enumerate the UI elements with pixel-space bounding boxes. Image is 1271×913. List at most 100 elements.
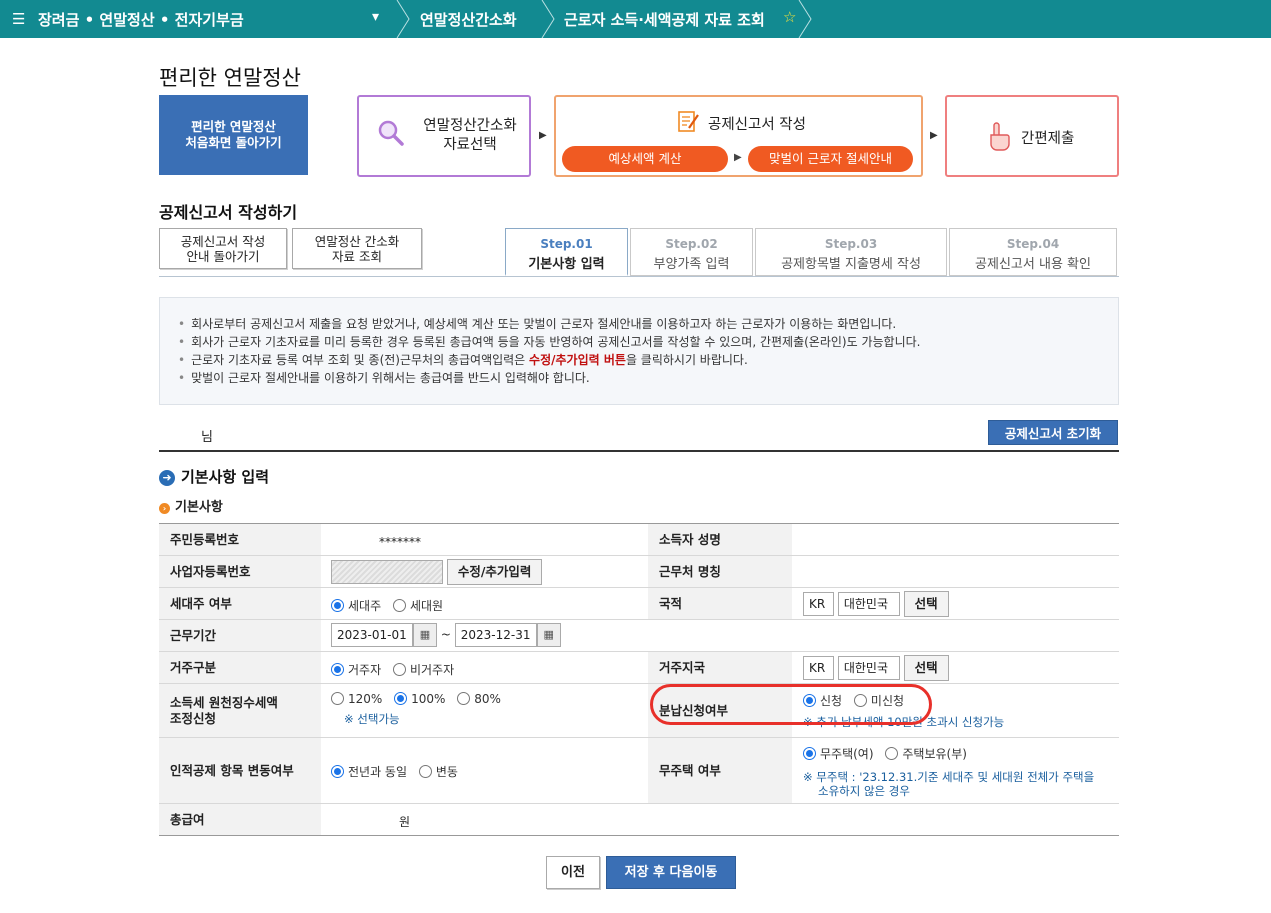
installment-note: ※ 추가 납부세액 10만원 초과시 신청가능 xyxy=(803,715,1005,729)
notice-line: 회사로부터 공제신고서 제출을 요청 받았거나, 예상세액 계산 또는 맞벌이 … xyxy=(178,315,1118,333)
hamburger-menu-icon[interactable]: ☰ xyxy=(12,10,25,28)
radio-installment-no[interactable] xyxy=(853,694,867,707)
breadcrumb-separator-icon xyxy=(396,0,410,38)
select-country-button[interactable]: 선택 xyxy=(903,655,949,681)
residence-radio-group: 거주자 비거주자 xyxy=(331,661,462,683)
radio-resident[interactable] xyxy=(331,663,344,676)
nationality-cell: KR 대한민국 선택 xyxy=(803,591,949,619)
notice-highlight: 수정/추가입력 버튼 xyxy=(529,353,626,367)
section-title: 공제신고서 작성하기 xyxy=(159,203,298,222)
tab-step3-expenses[interactable]: Step.03 공제항목별 지출명세 작성 xyxy=(755,228,947,276)
radio-label: 비거주자 xyxy=(409,663,455,677)
breadcrumb-easy-settlement[interactable]: 연말정산간소화 xyxy=(420,9,517,30)
radio-label: 변동 xyxy=(435,765,458,779)
table-row: 인적공제 항목 변동여부 전년과 동일 변동 무주택 여부 무주택(여) 주택보… xyxy=(159,738,1119,804)
tab-step-number: Step.03 xyxy=(824,237,878,251)
table-row: 사업자등록번호 수정/추가입력 근무처 명칭 xyxy=(159,556,1119,588)
home-return-label-line2: 처음화면 돌아가기 xyxy=(185,135,282,150)
country-code-input[interactable]: KR xyxy=(803,656,834,680)
arrow-right-icon: ▶ xyxy=(734,152,742,163)
radio-same-as-last-year[interactable] xyxy=(331,765,344,778)
radio-100[interactable] xyxy=(394,692,408,705)
table-row: 근무기간 2023-01-01 ▦ ~ 2023-12-31 ▦ xyxy=(159,620,1119,652)
withholding-radio-group: 120% 100% 80% ※ 선택가능 xyxy=(331,692,509,737)
household-radio-group: 세대주 세대원 xyxy=(331,597,451,619)
tab-step-name: 공제항목별 지출명세 작성 xyxy=(781,257,921,272)
arrow-right-icon: ▶ xyxy=(539,130,547,141)
period-to-input[interactable]: 2023-12-31 xyxy=(454,623,537,647)
document-edit-icon xyxy=(678,111,699,132)
dual-income-guide-button[interactable]: 맞벌이 근로자 절세안내 xyxy=(748,146,913,172)
orange-bullet-icon: › xyxy=(159,503,170,514)
tab-step-number: Step.01 xyxy=(540,237,593,251)
period-cell: 2023-01-01 ▦ ~ 2023-12-31 ▦ xyxy=(331,623,561,651)
easy-data-query-button[interactable]: 연말정산 간소화 자료 조회 xyxy=(292,228,422,269)
basic-info-header: ➜ 기본사항 입력 xyxy=(159,466,269,487)
radio-no-house[interactable] xyxy=(803,747,816,760)
label-withholding-line2: 조정신청 xyxy=(170,710,217,726)
nation-name-input[interactable]: 대한민국 xyxy=(837,592,900,616)
home-return-button[interactable]: 편리한 연말정산 처음화면 돌아가기 xyxy=(159,95,308,175)
tab-step4-confirm[interactable]: Step.04 공제신고서 내용 확인 xyxy=(949,228,1117,276)
notice-line: 맞벌이 근로자 절세안내를 이용하기 위해서는 총급여를 반드시 입력해야 합니… xyxy=(178,369,1118,387)
guide-return-button[interactable]: 공제신고서 작성 안내 돌아가기 xyxy=(159,228,287,269)
radio-label: 주택보유(부) xyxy=(902,747,967,761)
tab-step1-basic[interactable]: Step.01 기본사항 입력 xyxy=(505,228,628,276)
easy-data-query-label-line1: 연말정산 간소화 xyxy=(314,234,400,249)
label-nohouse: 무주택 여부 xyxy=(648,738,792,803)
nohouse-radio-group: 무주택(여) 주택보유(부) ※ 무주택 : '23.12.31.기준 세대주 … xyxy=(803,745,1094,803)
label-withholding: 소득세 원천징수세액 조정신청 xyxy=(159,684,321,737)
expected-tax-calc-button[interactable]: 예상세액 계산 xyxy=(562,146,728,172)
radio-installment-apply[interactable] xyxy=(803,694,816,707)
chevron-down-icon[interactable]: ▾ xyxy=(372,9,379,25)
tab-step-name: 공제신고서 내용 확인 xyxy=(975,257,1091,272)
select-nation-button[interactable]: 선택 xyxy=(903,591,949,617)
notice-line: 회사가 근로자 기초자료를 미리 등록한 경우 등록된 총급여액 등을 자동 반… xyxy=(178,333,1118,351)
breadcrumb-current-page[interactable]: 근로자 소득·세액공제 자료 조회 xyxy=(564,9,765,30)
process-step-deduction-form: 공제신고서 작성 예상세액 계산 ▶ 맞벌이 근로자 절세안내 xyxy=(554,95,923,177)
process-step-simple-submit[interactable]: 간편제출 xyxy=(945,95,1119,177)
reset-form-button[interactable]: 공제신고서 초기화 xyxy=(988,420,1118,445)
label-rrn: 주민등록번호 xyxy=(159,524,321,555)
withholding-note: ※ 선택가능 xyxy=(344,712,400,726)
period-from-input[interactable]: 2023-01-01 xyxy=(331,623,413,647)
radio-household-head[interactable] xyxy=(331,599,344,612)
table-row: 총급여 원 xyxy=(159,804,1119,836)
step1-label-line1: 연말정산간소화 xyxy=(423,118,517,134)
edit-add-input-button[interactable]: 수정/추가입력 xyxy=(446,559,543,585)
radio-label: 미신청 xyxy=(870,694,905,708)
radio-label: 세대원 xyxy=(409,599,444,613)
step3-label: 간편제출 xyxy=(1021,131,1075,147)
prev-button[interactable]: 이전 xyxy=(546,856,600,889)
process-step-data-select[interactable]: 연말정산간소화 자료선택 xyxy=(357,95,531,177)
radio-nonresident[interactable] xyxy=(392,663,406,676)
radio-house-owner[interactable] xyxy=(885,747,899,760)
label-withholding-line1: 소득세 원천징수세액 xyxy=(170,694,278,710)
basic-info-subheader-text: 기본사항 xyxy=(175,500,223,515)
favorite-star-icon[interactable]: ☆ xyxy=(783,8,796,26)
radio-changed[interactable] xyxy=(418,765,432,778)
nav-menu-title[interactable]: 장려금 • 연말정산 • 전자기부금 xyxy=(38,9,244,30)
step2-label: 공제신고서 작성 xyxy=(708,117,806,133)
radio-label: 무주택(여) xyxy=(820,747,874,761)
nation-code-input[interactable]: KR xyxy=(803,592,834,616)
radio-80[interactable] xyxy=(457,692,471,705)
calendar-icon[interactable]: ▦ xyxy=(413,623,437,647)
label-residence: 거주구분 xyxy=(159,652,321,683)
radio-label: 80% xyxy=(474,692,501,706)
radio-120[interactable] xyxy=(331,692,344,705)
calendar-icon[interactable]: ▦ xyxy=(536,623,561,647)
save-next-button[interactable]: 저장 후 다음이동 xyxy=(606,856,736,889)
label-nationality: 국적 xyxy=(648,588,792,619)
country-name-input[interactable]: 대한민국 xyxy=(837,656,900,680)
radio-household-member[interactable] xyxy=(392,599,406,612)
divider xyxy=(159,450,1119,452)
bizno-input[interactable] xyxy=(331,560,443,584)
home-return-label-line1: 편리한 연말정산 xyxy=(191,119,276,134)
step1-label-line2: 자료선택 xyxy=(443,137,497,153)
arrow-right-icon: ▶ xyxy=(930,130,938,141)
tab-step2-dependents[interactable]: Step.02 부양가족 입력 xyxy=(630,228,753,276)
notice-text: 근로자 기초자료 등록 여부 조회 및 종(전)근무처의 총급여액입력은 xyxy=(191,353,530,367)
info-notice-box: 회사로부터 공제신고서 제출을 요청 받았거나, 예상세액 계산 또는 맞벌이 … xyxy=(159,297,1119,405)
label-company: 근무처 명칭 xyxy=(648,556,792,587)
